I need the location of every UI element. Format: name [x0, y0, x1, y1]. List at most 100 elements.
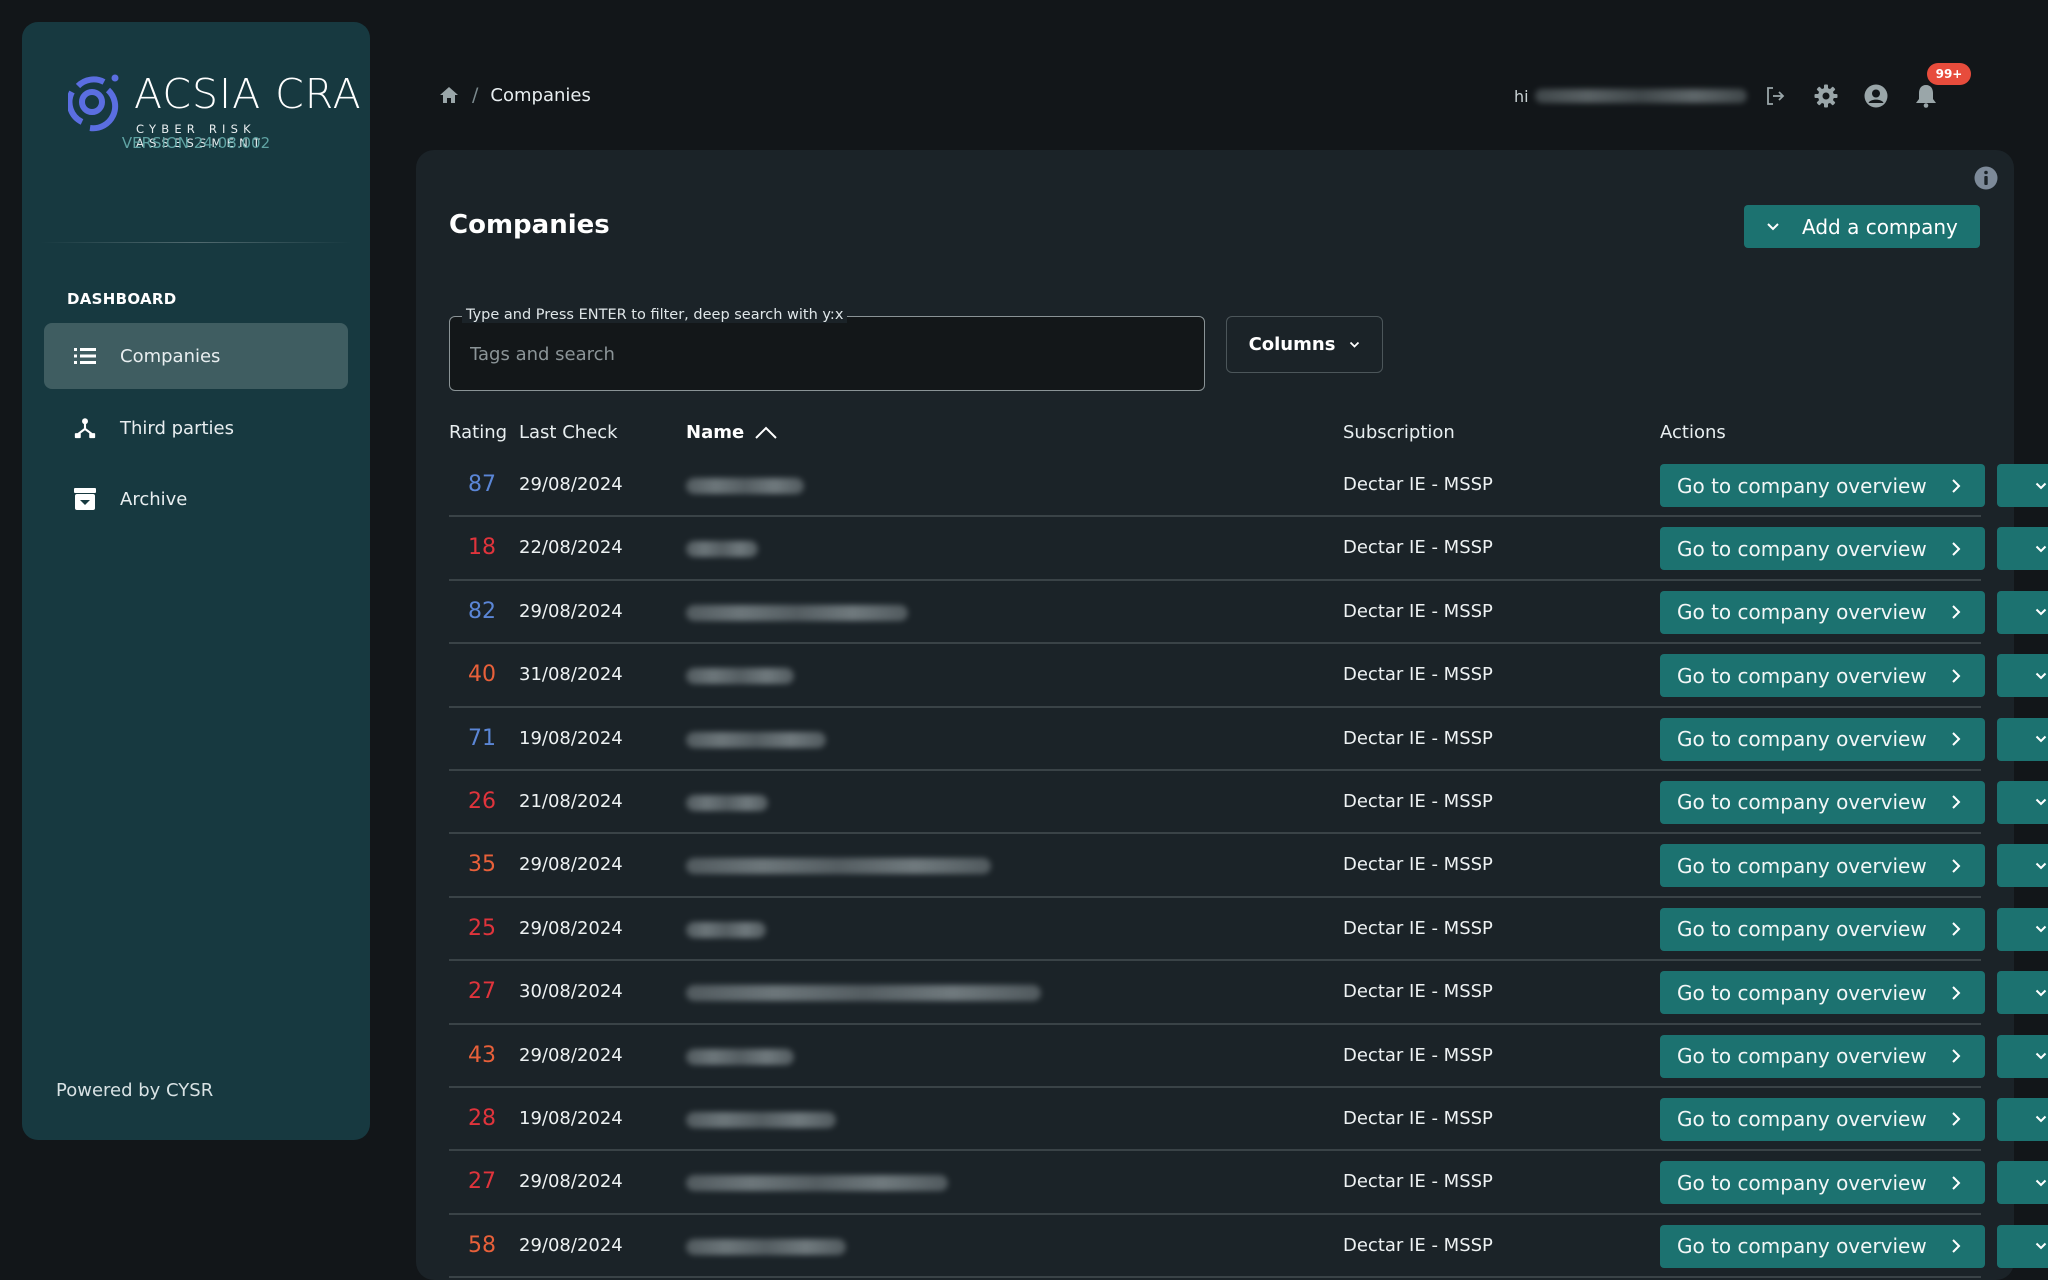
search-input[interactable]: [468, 339, 1172, 369]
company-name-redacted[interactable]: [686, 604, 908, 621]
info-icon[interactable]: [1974, 166, 1998, 190]
row-actions-dropdown-button[interactable]: [1997, 590, 2048, 634]
go-to-company-overview-button[interactable]: Go to company overview: [1660, 1034, 1985, 1078]
go-to-company-overview-button[interactable]: Go to company overview: [1660, 717, 1985, 761]
breadcrumb: / Companies: [440, 84, 591, 106]
row-actions-dropdown-button[interactable]: [1997, 1224, 2048, 1268]
subscription-value: Dectar IE - MSSP: [1343, 727, 1493, 749]
company-name-redacted[interactable]: [686, 794, 768, 811]
company-name-redacted[interactable]: [686, 1111, 836, 1128]
go-to-company-overview-button[interactable]: Go to company overview: [1660, 464, 1985, 507]
company-name-redacted[interactable]: [686, 858, 991, 875]
company-name-redacted[interactable]: [686, 541, 758, 558]
chevron-down-icon: [2035, 1242, 2047, 1250]
bell-icon: [1915, 85, 1936, 108]
table-row: 82 29/08/2024 Dectar IE - MSSP Go to com…: [449, 581, 2048, 645]
breadcrumb-current: Companies: [490, 84, 591, 106]
last-check-date: 29/08/2024: [519, 600, 623, 622]
row-actions-dropdown-button[interactable]: [1997, 654, 2048, 698]
logo[interactable]: ACSIA CRA CYBER RISK ASSESSMENT: [48, 54, 368, 150]
row-actions-dropdown-button[interactable]: [1997, 780, 2048, 824]
row-actions-dropdown-button[interactable]: [1997, 717, 2048, 761]
column-header-rating[interactable]: Rating: [449, 422, 507, 443]
add-company-button[interactable]: Add a company: [1744, 205, 1980, 248]
chevron-right-icon: [1951, 478, 1961, 494]
columns-button[interactable]: Columns: [1226, 316, 1383, 373]
go-to-company-overview-button[interactable]: Go to company overview: [1660, 590, 1985, 634]
table-row: 18 22/08/2024 Dectar IE - MSSP Go to com…: [449, 517, 2048, 581]
go-to-company-overview-label: Go to company overview: [1677, 663, 1927, 688]
rating-value: 71: [468, 725, 496, 751]
sidebar-item-companies[interactable]: Companies: [44, 323, 348, 389]
column-header-name[interactable]: Name: [686, 422, 778, 443]
chevron-right-icon: [1951, 858, 1961, 874]
powered-by-label: Powered by CYSR: [56, 1080, 214, 1101]
go-to-company-overview-button[interactable]: Go to company overview: [1660, 1097, 1985, 1141]
add-company-label: Add a company: [1802, 214, 1958, 239]
column-header-actions: Actions: [1660, 422, 1726, 443]
sidebar-item-archive[interactable]: Archive: [44, 466, 348, 532]
archive-icon: [74, 488, 96, 510]
chevron-down-icon: [2035, 799, 2047, 806]
row-actions-dropdown-button[interactable]: [1997, 527, 2048, 571]
go-to-company-overview-button[interactable]: Go to company overview: [1660, 654, 1985, 698]
subscription-value: Dectar IE - MSSP: [1343, 790, 1493, 812]
company-name-redacted[interactable]: [686, 985, 1041, 1002]
column-header-subscription[interactable]: Subscription: [1343, 422, 1455, 443]
column-header-last-check[interactable]: Last Check: [519, 422, 618, 443]
table-row: 58 29/08/2024 Dectar IE - MSSP Go to com…: [449, 1215, 2048, 1279]
go-to-company-overview-button[interactable]: Go to company overview: [1660, 844, 1985, 888]
notifications-button[interactable]: 99+: [1913, 63, 1972, 109]
go-to-company-overview-button[interactable]: Go to company overview: [1660, 780, 1985, 824]
column-header-name-label: Name: [686, 422, 745, 443]
go-to-company-overview-button[interactable]: Go to company overview: [1660, 971, 1985, 1015]
company-name-redacted[interactable]: [686, 921, 766, 938]
chevron-right-icon: [1951, 985, 1961, 1001]
go-to-company-overview-button[interactable]: Go to company overview: [1660, 527, 1985, 571]
sidebar-divider: [40, 242, 352, 243]
subscription-value: Dectar IE - MSSP: [1343, 1171, 1493, 1193]
subscription-value: Dectar IE - MSSP: [1343, 600, 1493, 622]
acsia-logo-icon: [68, 74, 119, 132]
user-email-redacted: [1534, 89, 1747, 103]
chevron-right-icon: [1951, 541, 1961, 557]
company-name-redacted[interactable]: [686, 1238, 846, 1255]
user-area: hi 99+: [1514, 63, 1972, 114]
row-actions-dropdown-button[interactable]: [1997, 464, 2048, 507]
chevron-right-icon: [1951, 731, 1961, 747]
sidebar-section-dashboard: DASHBOARD: [67, 290, 177, 308]
page-title: Companies: [449, 210, 610, 240]
go-to-company-overview-button[interactable]: Go to company overview: [1660, 907, 1985, 951]
last-check-date: 22/08/2024: [519, 537, 623, 559]
chevron-down-icon: [2035, 989, 2047, 997]
home-icon[interactable]: [440, 87, 458, 103]
search-label: Type and Press ENTER to filter, deep sea…: [462, 307, 848, 323]
row-actions-dropdown-button[interactable]: [1997, 1097, 2048, 1141]
user-circle-icon[interactable]: [1863, 83, 1889, 109]
sidebar-item-third-parties[interactable]: Third parties: [44, 395, 348, 461]
last-check-date: 29/08/2024: [519, 854, 623, 876]
row-actions-dropdown-button[interactable]: [1997, 1161, 2048, 1205]
company-name-redacted[interactable]: [686, 1175, 948, 1192]
chevron-down-icon: [2035, 482, 2047, 489]
logout-icon[interactable]: [1763, 83, 1789, 109]
table-row: 27 29/08/2024 Dectar IE - MSSP Go to com…: [449, 1151, 2048, 1215]
company-name-redacted[interactable]: [686, 478, 804, 494]
gear-icon[interactable]: [1813, 83, 1839, 109]
row-actions-dropdown-button[interactable]: [1997, 844, 2048, 888]
row-actions-dropdown-button[interactable]: [1997, 907, 2048, 951]
subscription-value: Dectar IE - MSSP: [1343, 1234, 1493, 1256]
company-name-redacted[interactable]: [686, 731, 826, 748]
row-actions-dropdown-button[interactable]: [1997, 1034, 2048, 1078]
sidebar-item-label: Companies: [120, 345, 221, 367]
row-actions-dropdown-button[interactable]: [1997, 971, 2048, 1015]
rating-value: 43: [468, 1042, 496, 1068]
chevron-down-icon: [1349, 341, 1360, 348]
chevron-down-icon: [2035, 1052, 2047, 1060]
chevron-down-icon: [2035, 1116, 2047, 1123]
go-to-company-overview-button[interactable]: Go to company overview: [1660, 1161, 1985, 1205]
company-name-redacted[interactable]: [686, 1048, 794, 1065]
go-to-company-overview-label: Go to company overview: [1677, 980, 1927, 1005]
go-to-company-overview-button[interactable]: Go to company overview: [1660, 1224, 1985, 1268]
company-name-redacted[interactable]: [686, 668, 794, 685]
